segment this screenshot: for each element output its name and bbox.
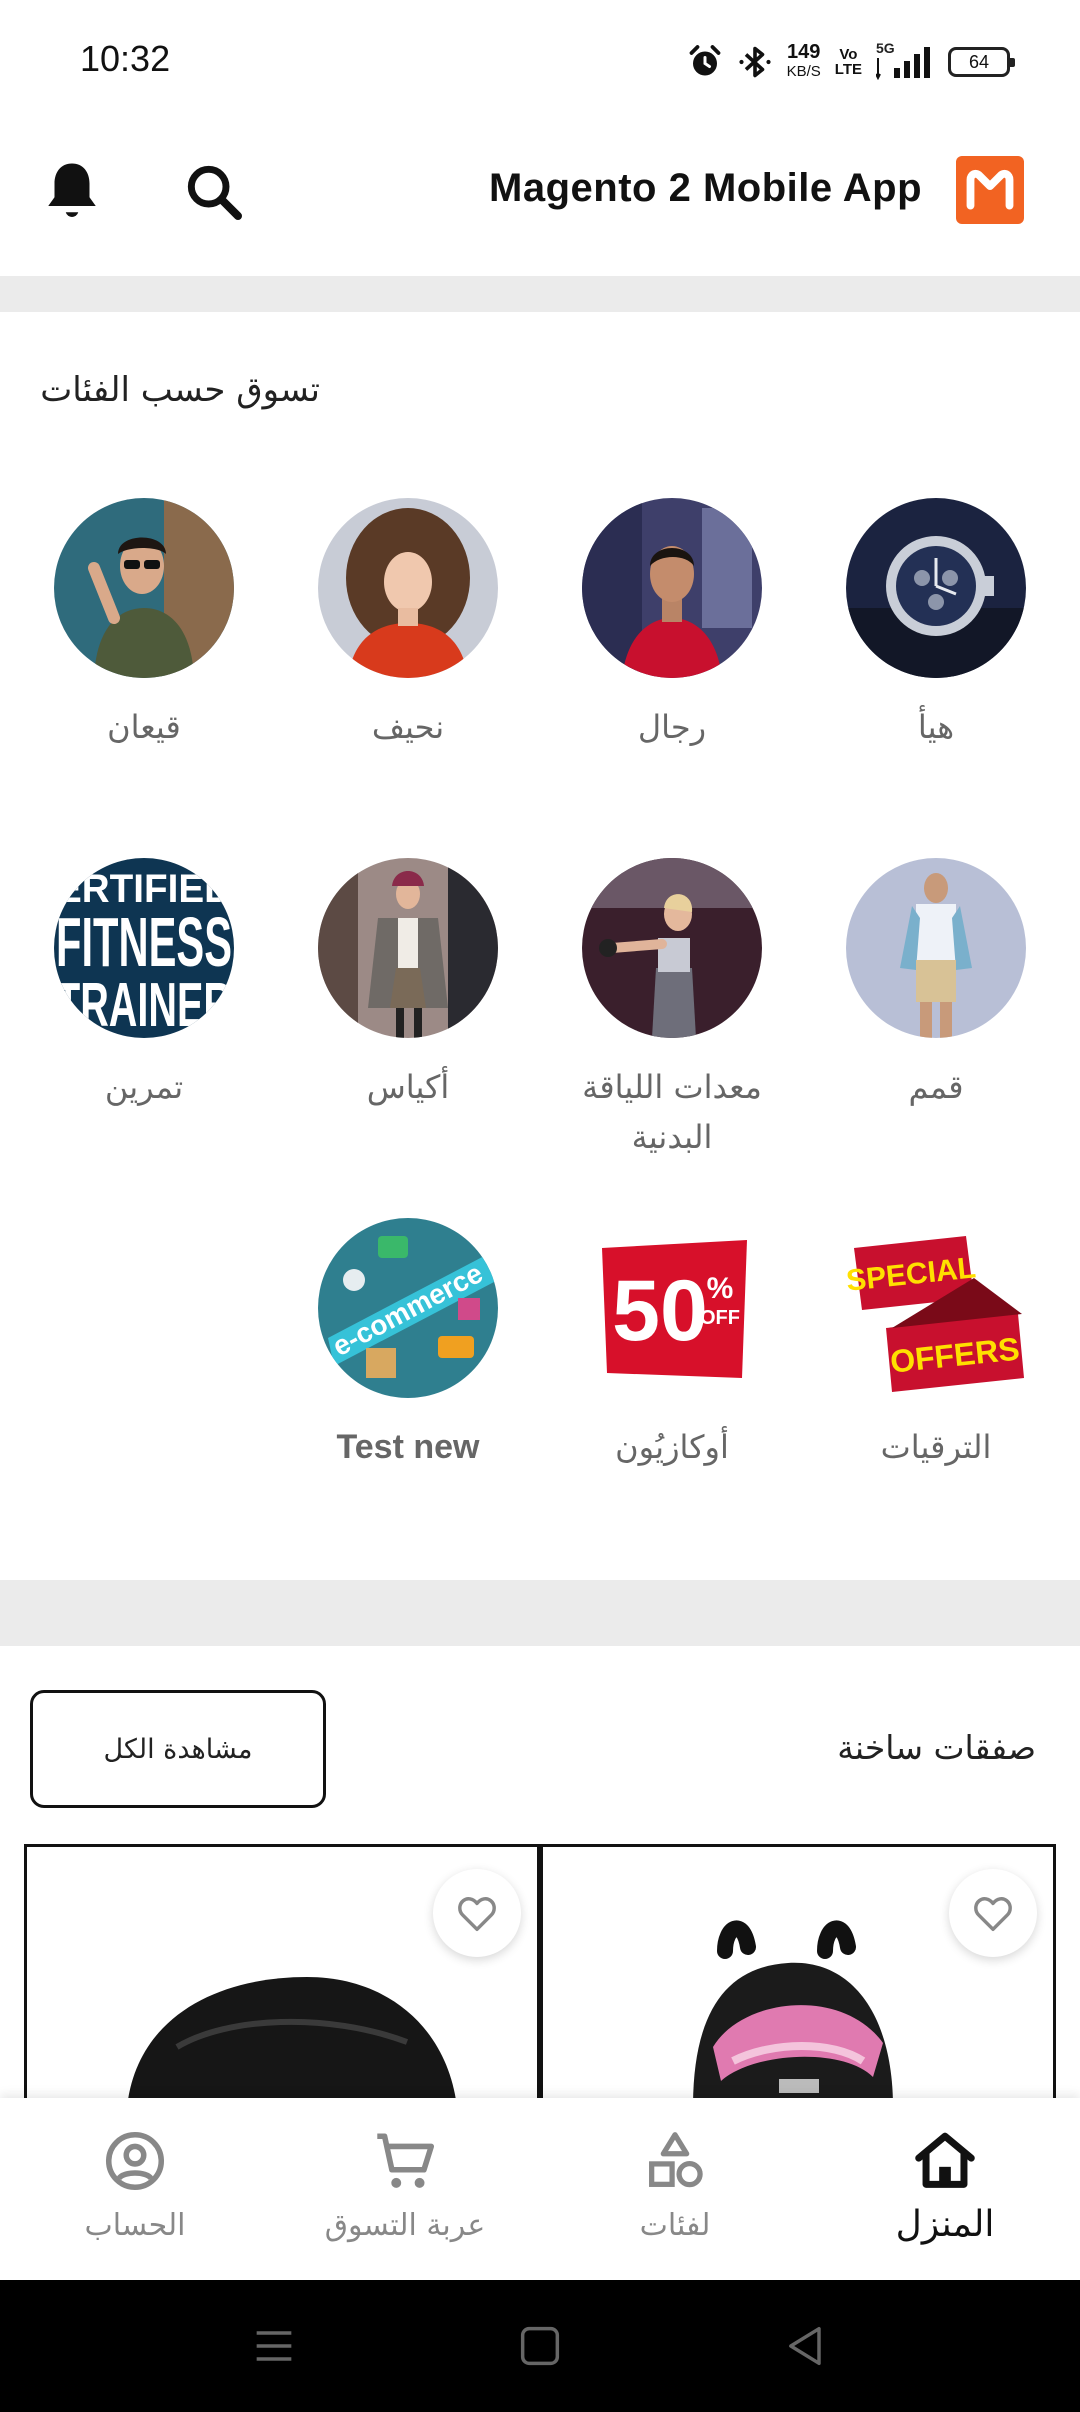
nav-label: المنزل [895, 2204, 995, 2245]
man-standing-image [846, 858, 1026, 1038]
bluetooth-icon [738, 46, 771, 78]
volte-indicator: Vo LTE [835, 47, 862, 77]
category-item[interactable]: أكياس [276, 858, 540, 1112]
home-square-icon[interactable] [514, 2320, 566, 2372]
category-label: أوكازيُون [615, 1428, 729, 1466]
account-icon [105, 2131, 165, 2191]
category-image: ERTIFIED FITNESS TRAINER [54, 858, 234, 1038]
section-divider [0, 276, 1080, 312]
heart-icon [458, 1897, 496, 1932]
image-text-50: 50 [612, 1263, 708, 1359]
woman-coat-image [318, 858, 498, 1038]
category-image: e-commerce [318, 1218, 498, 1398]
category-image [54, 498, 234, 678]
volte-top: Vo [839, 46, 858, 63]
nav-label: عربة التسوق [324, 2208, 486, 2243]
product-card[interactable] [540, 1844, 1056, 2104]
category-image [318, 858, 498, 1038]
categories-title: تسوق حسب الفئات [40, 370, 320, 410]
alarm-icon [689, 45, 720, 76]
category-image [318, 498, 498, 678]
app-title: Magento 2 Mobile App [489, 166, 922, 210]
signal-bars-icon [876, 47, 930, 80]
category-label: أكياس [366, 1068, 450, 1106]
fitness-trainer-image: ERTIFIED FITNESS TRAINER [54, 858, 234, 1038]
system-navigation-bar [0, 2280, 1080, 2412]
battery-level: 64 [968, 51, 990, 72]
category-image [846, 858, 1026, 1038]
product-card[interactable] [24, 1844, 540, 2104]
man-portrait-image [582, 498, 762, 678]
category-label: الترقيات [880, 1428, 992, 1466]
status-icons: 149 KB/S Vo LTE 5G 64 [687, 38, 1015, 86]
category-label: Test new [336, 1428, 480, 1466]
category-image [582, 498, 762, 678]
category-image [846, 498, 1026, 678]
category-image [582, 858, 762, 1038]
woman-sunglasses-image [54, 498, 234, 678]
speed-unit: KB/S [786, 63, 821, 80]
cart-icon [377, 2133, 435, 2188]
shapes-icon [649, 2132, 703, 2188]
category-item[interactable]: قمم [804, 858, 1068, 1112]
category-image: 50 % OFF [582, 1218, 762, 1398]
nav-label: الحساب [84, 2208, 186, 2243]
signal-icon: 5G [876, 40, 934, 80]
network-speed: 149 KB/S [786, 41, 821, 81]
woman-curly-hair-image [318, 498, 498, 678]
search-icon[interactable] [182, 160, 246, 224]
image-text-percent: % [707, 1272, 734, 1305]
category-item[interactable]: نحيف [276, 498, 540, 752]
ecommerce-image: e-commerce [318, 1218, 498, 1398]
category-item[interactable]: معدات اللياقة البدنية [540, 858, 804, 1162]
category-label: هيأ [917, 708, 955, 746]
speed-value: 149 [787, 41, 821, 63]
nav-item-cart[interactable]: عربة التسوق [270, 2126, 540, 2243]
image-text-2: FITNESS [56, 903, 232, 981]
section-divider [0, 1580, 1080, 1646]
category-item[interactable]: قيعان [12, 498, 276, 752]
category-label: معدات اللياقة البدنية [582, 1068, 762, 1156]
m-logo-icon [966, 169, 1014, 210]
bell-icon[interactable] [42, 158, 102, 224]
category-label: رجال [637, 708, 707, 746]
category-label: قمم [908, 1068, 964, 1106]
view-all-button[interactable]: مشاهدة الكل [30, 1690, 326, 1808]
image-text-3: TRAINER [56, 971, 232, 1038]
nav-label: لفئات [639, 2208, 711, 2243]
watch-image [846, 498, 1026, 678]
category-item[interactable]: SPECIAL OFFERS الترقيات [804, 1218, 1068, 1472]
menu-icon[interactable] [248, 2320, 300, 2372]
fitness-woman-image [582, 858, 762, 1038]
category-item[interactable]: هيأ [804, 498, 1068, 752]
nav-item-categories[interactable]: لفئات [540, 2126, 810, 2243]
nav-item-account[interactable]: الحساب [0, 2126, 270, 2243]
bottom-navigation: المنزل لفئات عربة التسوق الحساب [0, 2098, 1080, 2280]
category-image: SPECIAL OFFERS [846, 1218, 1026, 1398]
deals-title: صفقات ساخنة [837, 1728, 1036, 1767]
category-item[interactable]: ERTIFIED FITNESS TRAINER تمرين [12, 858, 276, 1112]
status-time: 10:32 [80, 38, 171, 79]
back-icon[interactable] [780, 2320, 832, 2372]
category-label: تمرين [104, 1068, 184, 1106]
battery-icon: 64 [948, 47, 1015, 77]
home-icon [915, 2132, 975, 2188]
favorite-button[interactable] [433, 1869, 521, 1957]
category-item[interactable]: رجال [540, 498, 804, 752]
fifty-percent-off-image: 50 % OFF [582, 1218, 762, 1398]
nav-item-home[interactable]: المنزل [810, 2126, 1080, 2245]
magento-logo[interactable] [956, 156, 1024, 224]
category-label: نحيف [371, 708, 445, 746]
category-label: قيعان [107, 708, 181, 746]
status-bar: 10:32 149 KB/S Vo LTE 5G 64 [0, 0, 1080, 124]
image-text-off: OFF [700, 1307, 740, 1329]
favorite-button[interactable] [949, 1869, 1037, 1957]
volte-bottom: LTE [834, 61, 862, 78]
app-header: Magento 2 Mobile App [0, 124, 1080, 276]
special-offers-image: SPECIAL OFFERS [846, 1218, 1026, 1398]
category-item[interactable]: 50 % OFF أوكازيُون [540, 1218, 804, 1472]
heart-icon [974, 1897, 1012, 1932]
category-item[interactable]: e-commerce Test new [276, 1218, 540, 1472]
